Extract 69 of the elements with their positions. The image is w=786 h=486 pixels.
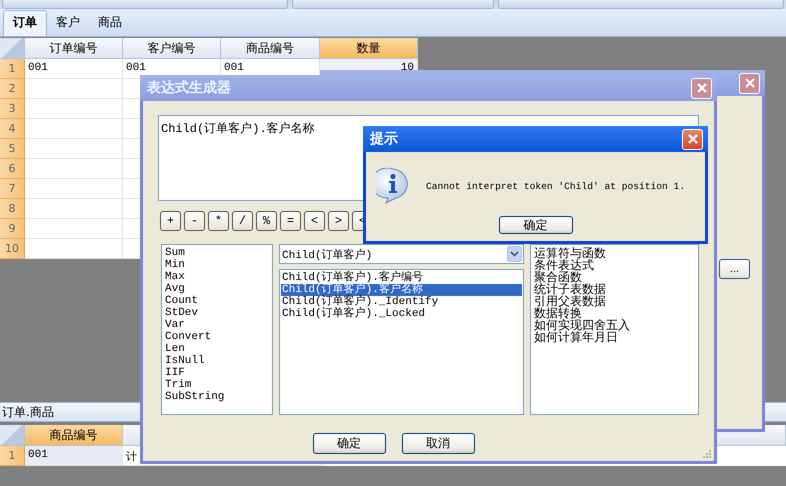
list-item[interactable]: Sum <box>164 247 270 259</box>
operator-button[interactable]: = <box>280 211 301 231</box>
grid-corner[interactable] <box>0 38 25 59</box>
toolbar-button[interactable] <box>292 0 494 9</box>
browse-button[interactable]: ... <box>719 259 750 279</box>
column-header[interactable]: 订单编号 <box>25 38 123 59</box>
list-item[interactable]: Count <box>164 295 270 307</box>
operator-button[interactable]: % <box>256 211 277 231</box>
list-item[interactable]: Child(订单客户)._Locked <box>281 308 522 320</box>
grid-corner[interactable] <box>0 425 25 446</box>
row-number: 1 <box>0 446 25 466</box>
tab[interactable]: 商品 <box>89 11 131 36</box>
table-dropdown[interactable]: Child(订单客户) <box>279 244 524 264</box>
operator-button[interactable]: * <box>208 211 229 231</box>
row-number: 9 <box>0 219 25 239</box>
ok-button[interactable]: 确定 <box>498 216 572 234</box>
tab[interactable]: 订单 <box>3 10 47 36</box>
column-header[interactable]: 客户编号 <box>123 38 221 59</box>
list-item[interactable]: SubString <box>164 391 270 403</box>
window-title: 表达式生成器 <box>147 79 231 97</box>
list-item[interactable]: Var <box>164 319 270 331</box>
row-number: 3 <box>0 99 25 119</box>
list-item[interactable]: 聚合函数 <box>534 271 695 283</box>
message-text: Cannot interpret token 'Child' at position 1. <box>426 180 686 192</box>
list-item[interactable]: 如何实现四舍五入 <box>534 319 695 331</box>
operator-button[interactable]: < <box>304 211 325 231</box>
list-item[interactable]: 条件表达式 <box>534 259 695 271</box>
close-icon[interactable] <box>682 128 703 150</box>
operator-button[interactable]: > <box>328 211 349 231</box>
list-item[interactable]: Max <box>164 271 270 283</box>
toolbar-button[interactable] <box>498 0 784 9</box>
operator-button[interactable]: - <box>184 211 205 231</box>
resize-grip-icon[interactable] <box>702 449 712 459</box>
row-number: 2 <box>0 79 25 99</box>
window-title: 提示 <box>370 130 398 148</box>
list-item[interactable]: StDev <box>164 307 270 319</box>
list-item[interactable]: 统计子表数据 <box>534 283 695 295</box>
table-cell: 001 <box>25 59 123 79</box>
list-item[interactable]: Min <box>164 259 270 271</box>
tab[interactable]: 客户 <box>47 11 89 36</box>
list-item[interactable]: Trim <box>164 379 270 391</box>
row-number: 4 <box>0 119 25 139</box>
row-number: 1 <box>0 59 25 79</box>
cancel-button[interactable]: 取消 <box>402 433 474 454</box>
column-header[interactable]: 数量 <box>320 38 418 59</box>
list-item[interactable]: 引用父表数据 <box>534 295 695 307</box>
list-item[interactable]: IsNull <box>164 355 270 367</box>
row-number: 7 <box>0 179 25 199</box>
list-item[interactable]: 运算符与函数 <box>534 247 695 259</box>
list-item[interactable]: Len <box>164 343 270 355</box>
ok-button[interactable]: 确定 <box>312 433 386 454</box>
list-item[interactable]: Child(订单客户)._Identify <box>281 296 522 308</box>
list-item[interactable]: Child(订单客户).客户编号 <box>281 272 522 284</box>
row-number: 10 <box>0 239 25 259</box>
toolbar-button[interactable] <box>2 0 288 9</box>
row-number: 8 <box>0 199 25 219</box>
list-item[interactable]: 数据转换 <box>534 307 695 319</box>
list-item[interactable]: Convert <box>164 331 270 343</box>
column-header[interactable]: 商品编号 <box>221 38 320 59</box>
info-icon <box>376 168 410 204</box>
row-number: 6 <box>0 159 25 179</box>
list-item[interactable]: Avg <box>164 283 270 295</box>
row-number: 5 <box>0 139 25 159</box>
list-item[interactable]: IIF <box>164 367 270 379</box>
operator-button[interactable]: / <box>232 211 253 231</box>
table-cell: 001 <box>25 446 123 466</box>
column-header[interactable]: 商品编号 <box>25 425 123 446</box>
operator-button[interactable]: + <box>160 211 181 231</box>
list-item[interactable]: 如何计算年月日 <box>534 331 695 343</box>
